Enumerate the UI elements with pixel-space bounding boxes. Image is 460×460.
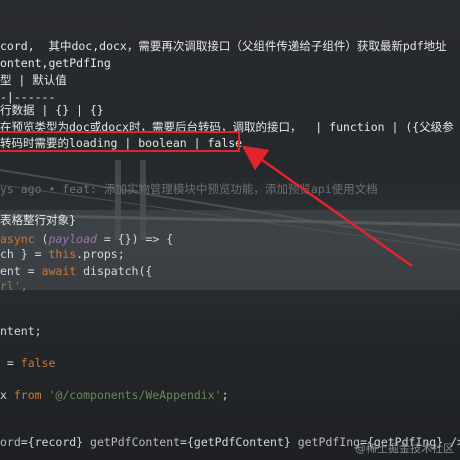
watermark-text: @稀土掘金技术社区 xyxy=(355,442,454,455)
annotation-arrow xyxy=(241,145,413,268)
